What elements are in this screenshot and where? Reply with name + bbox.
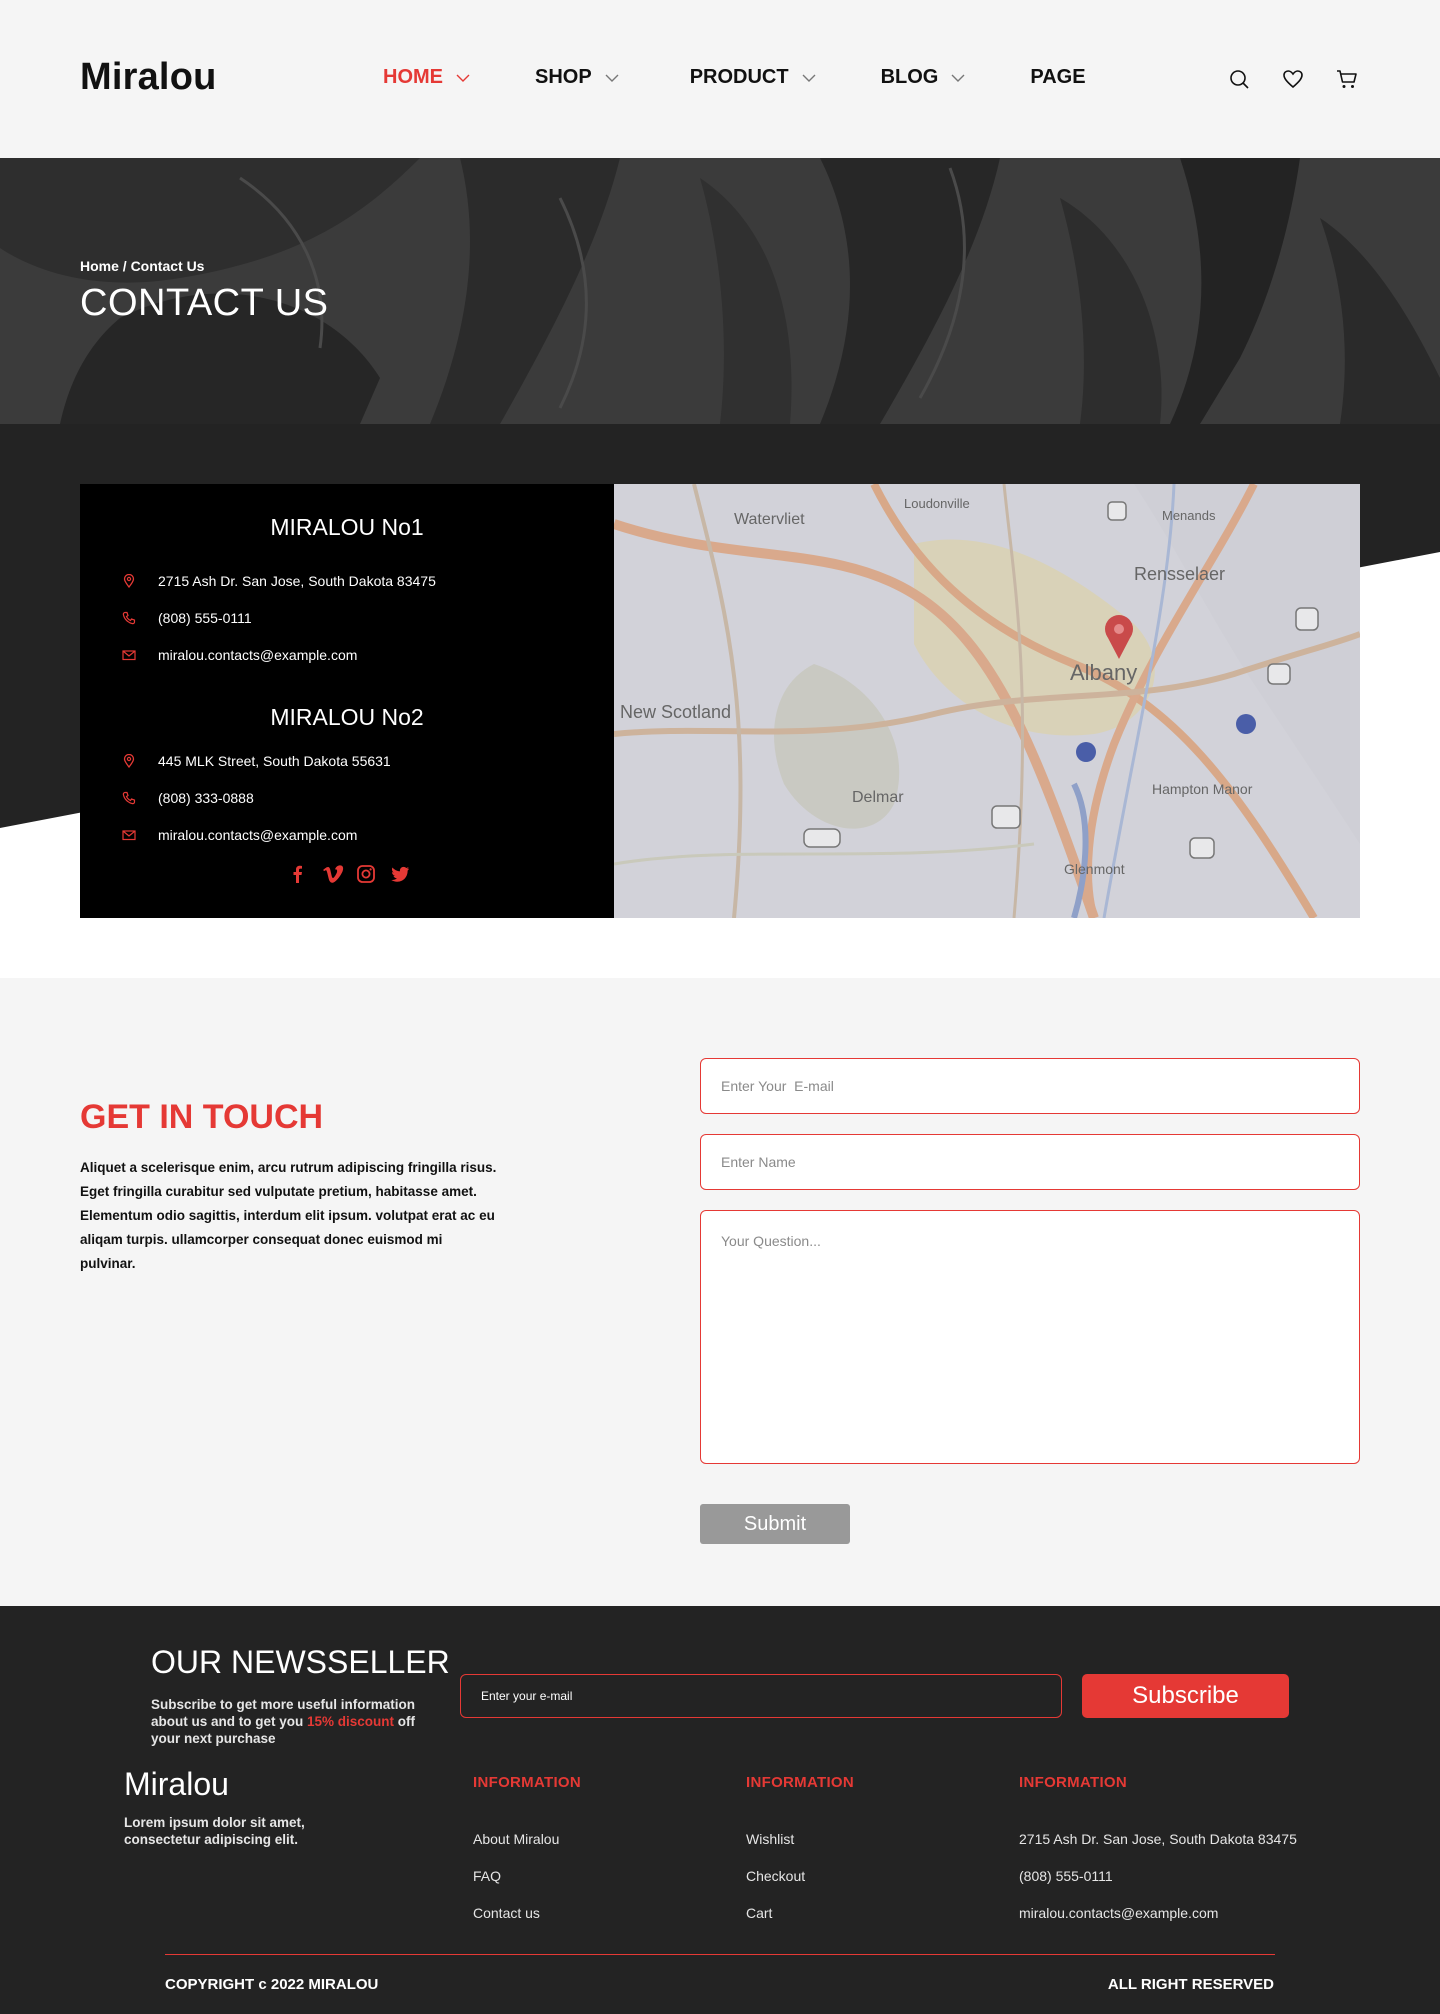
nav-item-label: SHOP bbox=[535, 66, 592, 88]
map-image: Watervliet Loudonville Menands Rensselae… bbox=[614, 484, 1360, 918]
site-logo[interactable]: Miralou bbox=[80, 56, 217, 99]
breadcrumb[interactable]: Home / Contact Us bbox=[80, 258, 204, 274]
name-field[interactable] bbox=[700, 1134, 1360, 1190]
map-label: New Scotland bbox=[620, 702, 731, 722]
location-email[interactable]: miralou.contacts@example.com bbox=[122, 827, 357, 843]
section-title: GET IN TOUCH bbox=[80, 1098, 324, 1136]
location-title: MIRALOU No2 bbox=[270, 704, 424, 730]
phone-icon bbox=[122, 611, 136, 625]
location-pin-icon bbox=[122, 573, 136, 589]
location-title: MIRALOU No1 bbox=[270, 514, 424, 540]
map-label: Loudonville bbox=[904, 496, 970, 511]
location-pin-icon bbox=[122, 753, 136, 769]
nav-item-label: HOME bbox=[383, 66, 443, 88]
mail-icon bbox=[122, 828, 136, 842]
section-description: Aliquet a scelerisque enim, arcu rutrum … bbox=[80, 1160, 497, 1271]
address-text: 2715 Ash Dr. San Jose, South Dakota 8347… bbox=[158, 573, 436, 589]
chevron-down-icon bbox=[801, 70, 817, 86]
map-label: Delmar bbox=[852, 789, 904, 806]
location-address: 2715 Ash Dr. San Jose, South Dakota 8347… bbox=[122, 573, 436, 589]
footer-column: INFORMATION 2715 Ash Dr. San Jose, South… bbox=[1019, 1774, 1297, 1942]
footer-column: INFORMATION Wishlist Checkout Cart bbox=[746, 1774, 854, 1942]
rights-text: ALL RIGHT RESERVED bbox=[1107, 1976, 1274, 1993]
contact-form-section: GET IN TOUCH Aliquet a scelerisque enim,… bbox=[0, 978, 1440, 1606]
phone-text: (808) 555-0111 bbox=[158, 610, 252, 626]
map-label: Glenmont bbox=[1064, 861, 1125, 877]
location-phone[interactable]: (808) 555-0111 bbox=[122, 610, 252, 626]
email-field[interactable] bbox=[700, 1058, 1360, 1114]
nav-item-label: BLOG bbox=[880, 66, 939, 88]
footer-column: INFORMATION About Miralou FAQ Contact us bbox=[473, 1774, 581, 1942]
hero-banner: Home / Contact Us CONTACT US bbox=[0, 158, 1440, 424]
email-text: miralou.contacts@example.com bbox=[158, 647, 358, 663]
location-address: 445 MLK Street, South Dakota 55631 bbox=[122, 753, 391, 769]
map-label: Menands bbox=[1162, 508, 1216, 523]
phone-icon bbox=[122, 791, 136, 805]
map-label: Watervliet bbox=[734, 511, 805, 528]
footer-link[interactable]: Checkout bbox=[746, 1868, 854, 1885]
address-text: 445 MLK Street, South Dakota 55631 bbox=[158, 753, 391, 769]
submit-button[interactable]: Submit bbox=[700, 1504, 850, 1544]
footer-phone: (808) 555-0111 bbox=[1019, 1868, 1113, 1884]
nav-item-page[interactable]: PAGE bbox=[1030, 66, 1085, 89]
location-map[interactable]: Watervliet Loudonville Menands Rensselae… bbox=[614, 484, 1360, 918]
instagram-icon[interactable] bbox=[356, 864, 376, 884]
footer-link[interactable]: Wishlist bbox=[746, 1831, 854, 1848]
locations-card: MIRALOU No1 2715 Ash Dr. San Jose, South… bbox=[80, 484, 614, 918]
footer-link[interactable]: FAQ bbox=[473, 1868, 581, 1885]
newsletter-title: OUR NEWSSELLER bbox=[151, 1644, 450, 1680]
location-email[interactable]: miralou.contacts@example.com bbox=[122, 647, 357, 663]
site-header: Miralou HOME SHOP PRODUCT BLOG PAGE bbox=[0, 0, 1440, 158]
nav-item-label: PRODUCT bbox=[689, 66, 789, 88]
search-icon[interactable] bbox=[1228, 68, 1250, 90]
footer-address: 2715 Ash Dr. San Jose, South Dakota 8347… bbox=[1019, 1831, 1297, 1847]
footer-link[interactable]: About Miralou bbox=[473, 1831, 581, 1848]
nav-item-label: PAGE bbox=[1030, 66, 1086, 88]
chevron-down-icon bbox=[455, 70, 471, 86]
nav-item-home[interactable]: HOME bbox=[383, 66, 471, 89]
discount-highlight: 15% discount bbox=[307, 1714, 395, 1729]
twitter-icon[interactable] bbox=[390, 864, 410, 884]
location-phone[interactable]: (808) 333-0888 bbox=[122, 790, 254, 806]
header-actions bbox=[1228, 68, 1358, 90]
cart-icon[interactable] bbox=[1336, 68, 1358, 90]
facebook-icon[interactable] bbox=[288, 864, 308, 884]
subscribe-button[interactable]: Subscribe bbox=[1082, 1674, 1289, 1718]
map-label: Hampton Manor bbox=[1152, 781, 1253, 797]
newsletter-text: Subscribe to get more useful information… bbox=[151, 1696, 441, 1747]
email-text: miralou.contacts@example.com bbox=[158, 827, 358, 843]
contact-locations-section: MIRALOU No1 2715 Ash Dr. San Jose, South… bbox=[0, 424, 1440, 978]
chevron-down-icon bbox=[604, 70, 620, 86]
phone-text: (808) 333-0888 bbox=[158, 790, 254, 806]
page-title: CONTACT US bbox=[80, 282, 329, 324]
copyright-text: COPYRIGHT c 2022 MIRALOU bbox=[165, 1976, 379, 1993]
nav-item-product[interactable]: PRODUCT bbox=[690, 66, 817, 89]
main-nav: HOME SHOP PRODUCT BLOG PAGE bbox=[383, 66, 1086, 89]
footer-link[interactable]: Cart bbox=[746, 1905, 854, 1922]
footer-email: miralou.contacts@example.com bbox=[1019, 1905, 1219, 1921]
vimeo-icon[interactable] bbox=[322, 864, 344, 884]
social-links bbox=[288, 864, 410, 884]
nav-item-blog[interactable]: BLOG bbox=[881, 66, 967, 89]
footer-column-title: INFORMATION bbox=[746, 1774, 855, 1791]
mail-icon bbox=[122, 648, 136, 662]
footer-column-title: INFORMATION bbox=[473, 1774, 582, 1791]
nav-item-shop[interactable]: SHOP bbox=[535, 66, 620, 89]
newsletter-email-input[interactable] bbox=[460, 1674, 1062, 1718]
site-footer: OUR NEWSSELLER Subscribe to get more use… bbox=[0, 1606, 1440, 2014]
footer-divider bbox=[165, 1954, 1275, 1955]
heart-icon[interactable] bbox=[1282, 68, 1304, 90]
map-label: Albany bbox=[1070, 660, 1137, 685]
footer-logo[interactable]: Miralou bbox=[124, 1766, 229, 1803]
footer-description: Lorem ipsum dolor sit amet, consectetur … bbox=[124, 1815, 305, 1847]
chevron-down-icon bbox=[950, 70, 966, 86]
map-label: Rensselaer bbox=[1134, 564, 1225, 584]
footer-link[interactable]: Contact us bbox=[473, 1905, 581, 1922]
footer-column-title: INFORMATION bbox=[1019, 1774, 1128, 1791]
question-field[interactable] bbox=[700, 1210, 1360, 1464]
